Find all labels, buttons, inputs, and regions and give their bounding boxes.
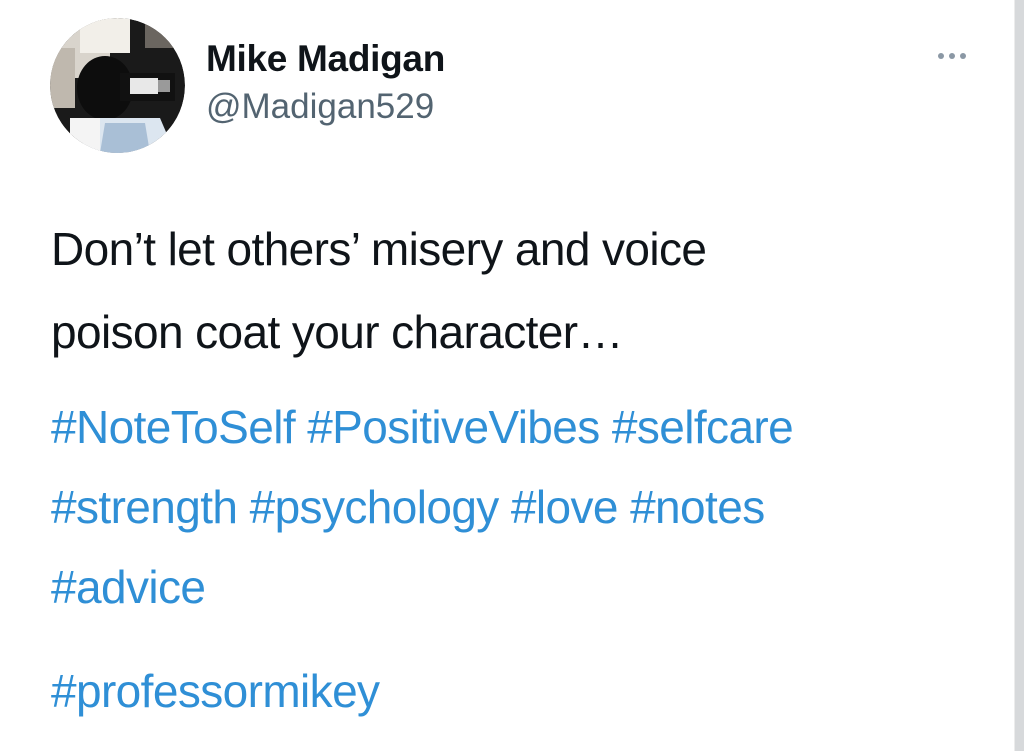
hashtag-line: #professormikey (51, 651, 380, 731)
author-display-name[interactable]: Mike Madigan (206, 38, 445, 80)
author-avatar[interactable] (50, 18, 185, 153)
tweet-card: Mike Madigan @Madigan529 Don’t let other… (0, 0, 1024, 751)
tweet-text-line: Don’t let others’ misery and voice (51, 223, 707, 275)
avatar-photo-icon (50, 18, 185, 153)
more-options-icon (938, 53, 944, 59)
hashtag-line: #advice (51, 547, 991, 627)
hashtag-link[interactable]: #PositiveVibes (307, 401, 600, 453)
author-handle[interactable]: @Madigan529 (206, 87, 434, 127)
hashtag-link[interactable]: #NoteToSelf (51, 401, 296, 453)
hashtag-link[interactable]: #selfcare (612, 401, 794, 453)
hashtag-link[interactable]: #love (511, 481, 619, 533)
more-options-icon (949, 53, 955, 59)
hashtag-link[interactable]: #strength (51, 481, 238, 533)
more-options-button[interactable] (928, 42, 976, 70)
more-options-icon (960, 53, 966, 59)
hashtag-link[interactable]: #notes (630, 481, 765, 533)
tweet-text: Don’t let others’ misery and voice poiso… (51, 208, 971, 374)
hashtag-line: #strength #psychology #love #notes (51, 467, 991, 547)
hashtag-link[interactable]: #advice (51, 561, 206, 613)
hashtag-block: #NoteToSelf #PositiveVibes #selfcare #st… (51, 387, 991, 627)
scrollbar-track[interactable] (1015, 0, 1024, 751)
hashtag-link[interactable]: #professormikey (51, 665, 380, 717)
tweet-text-line: poison coat your character… (51, 306, 623, 358)
hashtag-line: #NoteToSelf #PositiveVibes #selfcare (51, 387, 991, 467)
hashtag-link[interactable]: #psychology (250, 481, 500, 533)
